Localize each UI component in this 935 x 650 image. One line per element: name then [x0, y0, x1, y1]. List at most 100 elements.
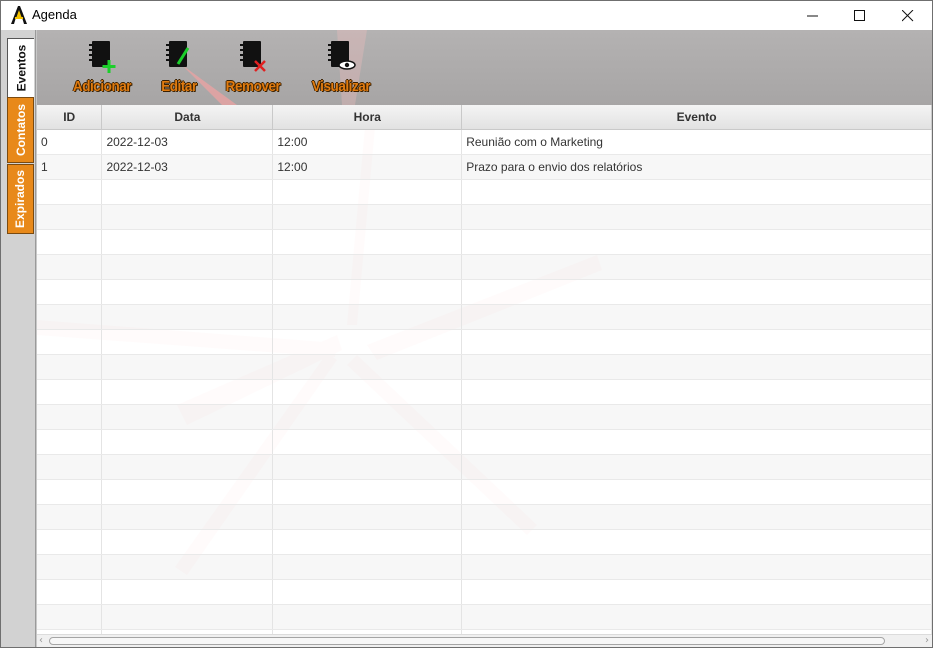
horizontal-scrollbar[interactable]: ‹ › — [37, 634, 932, 647]
cell-hora[interactable] — [272, 479, 463, 505]
cell-hora[interactable] — [272, 304, 463, 330]
table-row[interactable] — [37, 279, 932, 305]
table-row[interactable] — [37, 404, 932, 430]
cell-evento[interactable] — [461, 404, 932, 430]
cell-evento[interactable] — [461, 579, 932, 605]
cell-hora[interactable] — [272, 404, 463, 430]
cell-id[interactable] — [37, 254, 103, 280]
cell-evento[interactable] — [461, 429, 932, 455]
cell-evento[interactable] — [461, 329, 932, 355]
cell-id[interactable] — [37, 454, 103, 480]
column-header-evento[interactable]: Evento — [461, 105, 932, 130]
cell-data[interactable] — [101, 404, 274, 430]
cell-hora[interactable] — [272, 579, 463, 605]
table-row[interactable] — [37, 579, 932, 605]
cell-hora[interactable] — [272, 379, 463, 405]
cell-id[interactable] — [37, 579, 103, 605]
table-row[interactable] — [37, 329, 932, 355]
cell-hora[interactable] — [272, 254, 463, 280]
column-header-hora[interactable]: Hora — [272, 105, 463, 130]
cell-hora[interactable] — [272, 204, 463, 230]
cell-id[interactable] — [37, 404, 103, 430]
cell-data[interactable] — [101, 504, 274, 530]
cell-evento[interactable] — [461, 504, 932, 530]
cell-id[interactable] — [37, 304, 103, 330]
cell-hora[interactable] — [272, 529, 463, 555]
cell-data[interactable] — [101, 429, 274, 455]
cell-id[interactable] — [37, 229, 103, 255]
table-row[interactable] — [37, 179, 932, 205]
cell-evento[interactable] — [461, 604, 932, 630]
cell-data[interactable]: 2022-12-03 — [101, 154, 274, 180]
cell-hora[interactable] — [272, 504, 463, 530]
cell-id[interactable]: 1 — [37, 154, 103, 180]
adicionar-button[interactable]: Adicionar — [65, 40, 139, 95]
table-row[interactable]: 1 2022-12-03 12:00 Prazo para o envio dos r… — [37, 154, 932, 180]
column-header-id[interactable]: ID — [37, 105, 103, 130]
table-row[interactable] — [37, 454, 932, 480]
table-row[interactable]: 0 2022-12-03 12:00 Reunião com o Marketing — [37, 129, 932, 155]
cell-evento[interactable] — [461, 254, 932, 280]
cell-id[interactable] — [37, 179, 103, 205]
cell-id[interactable] — [37, 204, 103, 230]
cell-id[interactable] — [37, 354, 103, 380]
minimize-button[interactable] — [790, 1, 836, 30]
cell-evento[interactable] — [461, 229, 932, 255]
cell-data[interactable] — [101, 379, 274, 405]
cell-id[interactable] — [37, 529, 103, 555]
table-row[interactable] — [37, 354, 932, 380]
cell-hora[interactable] — [272, 604, 463, 630]
table-row[interactable] — [37, 429, 932, 455]
table-row[interactable] — [37, 229, 932, 255]
cell-data[interactable] — [101, 479, 274, 505]
cell-id[interactable]: 0 — [37, 129, 103, 155]
cell-hora[interactable] — [272, 279, 463, 305]
column-header-data[interactable]: Data — [101, 105, 274, 130]
cell-data[interactable] — [101, 554, 274, 580]
table-row[interactable] — [37, 254, 932, 280]
cell-data[interactable] — [101, 304, 274, 330]
cell-evento[interactable] — [461, 529, 932, 555]
cell-id[interactable] — [37, 504, 103, 530]
cell-data[interactable] — [101, 529, 274, 555]
cell-evento[interactable] — [461, 179, 932, 205]
cell-id[interactable] — [37, 604, 103, 630]
cell-hora[interactable] — [272, 454, 463, 480]
cell-evento[interactable] — [461, 479, 932, 505]
cell-hora[interactable] — [272, 354, 463, 380]
cell-evento[interactable] — [461, 304, 932, 330]
cell-id[interactable] — [37, 479, 103, 505]
cell-data[interactable] — [101, 329, 274, 355]
cell-data[interactable] — [101, 229, 274, 255]
tab-contatos[interactable]: Contatos — [7, 97, 34, 163]
cell-data[interactable]: 2022-12-03 — [101, 129, 274, 155]
tab-expirados[interactable]: Expirados — [7, 164, 34, 234]
cell-id[interactable] — [37, 429, 103, 455]
cell-data[interactable] — [101, 354, 274, 380]
cell-hora[interactable]: 12:00 — [272, 154, 463, 180]
cell-evento[interactable] — [461, 354, 932, 380]
cell-id[interactable] — [37, 329, 103, 355]
cell-evento[interactable] — [461, 204, 932, 230]
cell-data[interactable] — [101, 604, 274, 630]
table-row[interactable] — [37, 604, 932, 630]
close-button[interactable] — [885, 1, 931, 30]
remover-button[interactable]: Remover — [220, 40, 286, 95]
table-row[interactable] — [37, 504, 932, 530]
tab-eventos[interactable]: Eventos — [7, 38, 34, 98]
cell-evento[interactable] — [461, 554, 932, 580]
cell-hora[interactable]: 12:00 — [272, 129, 463, 155]
cell-evento[interactable] — [461, 454, 932, 480]
cell-hora[interactable] — [272, 179, 463, 205]
scroll-right-icon[interactable]: › — [925, 635, 929, 647]
table-row[interactable] — [37, 529, 932, 555]
cell-hora[interactable] — [272, 554, 463, 580]
cell-data[interactable] — [101, 579, 274, 605]
cell-hora[interactable] — [272, 229, 463, 255]
table-row[interactable] — [37, 479, 932, 505]
scrollbar-thumb[interactable] — [49, 637, 885, 645]
cell-data[interactable] — [101, 279, 274, 305]
cell-id[interactable] — [37, 279, 103, 305]
cell-hora[interactable] — [272, 329, 463, 355]
cell-evento[interactable] — [461, 279, 932, 305]
